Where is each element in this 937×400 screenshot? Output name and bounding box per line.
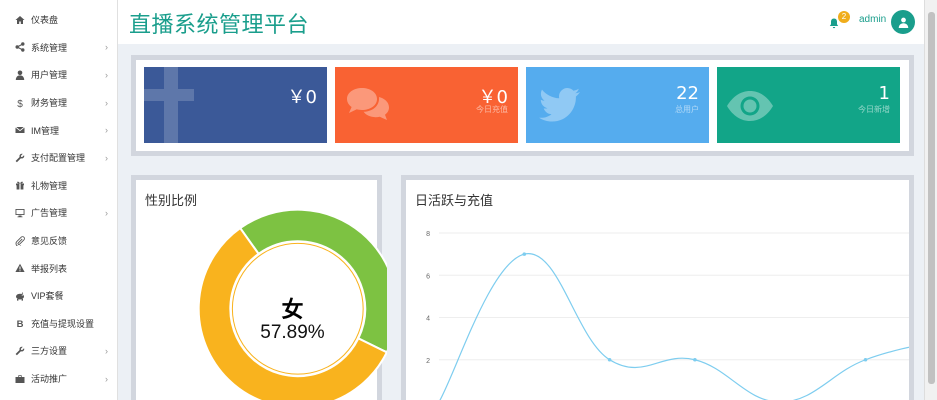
- sidebar-item-label: 礼物管理: [31, 180, 68, 191]
- avatar[interactable]: [891, 10, 915, 34]
- sidebar-item[interactable]: 举报列表: [0, 254, 117, 282]
- user-icon: [898, 17, 908, 28]
- twitter-icon: [539, 88, 580, 122]
- sidebar-item[interactable]: 系统管理 ›: [0, 34, 117, 62]
- user-icon: [14, 69, 25, 80]
- data-point[interactable]: [863, 357, 868, 362]
- gender-donut-chart: [197, 208, 387, 400]
- stat-value: 22: [676, 83, 699, 104]
- sidebar-item-label: 活动推广: [31, 374, 68, 385]
- sidebar-item-label: IM管理: [31, 125, 59, 136]
- stat-label: 今日充值: [476, 105, 508, 114]
- gift-icon: [14, 180, 25, 191]
- gender-ratio-panel: 性别比例 女 57.89%: [131, 175, 387, 400]
- share-icon: [14, 42, 25, 53]
- data-point[interactable]: [607, 357, 612, 362]
- y-tick-label: 6: [426, 273, 430, 280]
- stat-card-today-recharge[interactable]: ￥0 今日充值: [335, 67, 518, 143]
- chevron-right-icon: ›: [105, 207, 108, 218]
- paperclip-icon: [14, 235, 25, 246]
- sidebar-item[interactable]: 仪表盘: [0, 6, 117, 34]
- facebook-icon: [144, 67, 194, 143]
- scrollbar-thumb[interactable]: [928, 12, 935, 384]
- chevron-right-icon: ›: [105, 345, 108, 356]
- sidebar-item-label: 意见反馈: [31, 236, 68, 247]
- page-scrollbar[interactable]: [924, 0, 937, 400]
- data-point[interactable]: [693, 357, 697, 362]
- stat-card-revenue[interactable]: ￥0: [144, 67, 327, 143]
- chevron-right-icon: ›: [105, 69, 108, 80]
- sidebar-item[interactable]: 支付配置管理 ›: [0, 144, 117, 172]
- wrench-icon: [14, 152, 25, 163]
- stats-panel: ￥0 ￥0 今日充值 22 总用户 1 今日新增: [131, 55, 914, 156]
- sidebar-item-label: 仪表盘: [31, 15, 59, 26]
- y-tick-label: 4: [426, 316, 430, 323]
- chevron-right-icon: ›: [105, 125, 108, 136]
- chevron-right-icon: ›: [105, 42, 108, 53]
- svg-text:B: B: [16, 319, 23, 328]
- sidebar-item-label: 三方设置: [31, 346, 68, 357]
- daily-active-line-chart: 02468: [426, 231, 909, 400]
- sidebar-item-label: 财务管理: [31, 98, 68, 109]
- dollar-icon: $: [14, 97, 25, 108]
- sidebar-item[interactable]: $ 财务管理 ›: [0, 89, 117, 117]
- eye-icon: [727, 91, 773, 121]
- chevron-right-icon: ›: [105, 97, 108, 108]
- stat-label: 今日新增: [858, 105, 890, 114]
- chevron-right-icon: ›: [105, 152, 108, 163]
- stat-value: 1: [878, 83, 890, 104]
- bitcoin-icon: B: [14, 318, 25, 329]
- sidebar-item[interactable]: B 充值与提现设置: [0, 310, 117, 338]
- briefcase-icon: [14, 373, 25, 384]
- sidebar-item[interactable]: 活动推广 ›: [0, 365, 117, 393]
- comments-icon: [347, 88, 389, 120]
- svg-text:$: $: [17, 98, 23, 107]
- stat-value: ￥0: [287, 87, 317, 108]
- sidebar-item[interactable]: 三方设置 ›: [0, 337, 117, 365]
- donut-center-name: 女: [281, 297, 304, 322]
- y-tick-label: 8: [426, 231, 430, 238]
- stat-card-total-users[interactable]: 22 总用户: [526, 67, 709, 143]
- piggy-bank-icon: [14, 290, 25, 301]
- notification-badge: 2: [838, 11, 850, 23]
- sidebar-item[interactable]: IM管理 ›: [0, 116, 117, 144]
- sidebar-item[interactable]: 用户管理 ›: [0, 61, 117, 89]
- envelope-icon: [14, 125, 25, 136]
- sidebar-item-label: 充值与提现设置: [31, 318, 95, 329]
- top-header: 直播系统管理平台 2 admin: [118, 0, 924, 44]
- sidebar-item-label: 支付配置管理: [31, 153, 86, 164]
- donut-center-percent: 57.89%: [260, 322, 325, 343]
- sidebar-item-label: VIP套餐: [31, 291, 64, 302]
- sidebar: 仪表盘系统管理 › 用户管理 › $ 财务管理 › IM管理 › 支付配置管理 › 礼物管理广告管理 ›…: [0, 0, 118, 400]
- stat-card-today-new[interactable]: 1 今日新增: [717, 67, 900, 143]
- wrench-icon: [14, 345, 25, 356]
- data-point[interactable]: [522, 252, 527, 256]
- daily-active-panel: 日活跃与充值 02468: [401, 175, 914, 400]
- monitor-icon: [14, 207, 25, 218]
- user-name[interactable]: admin: [859, 14, 886, 25]
- chevron-right-icon: ›: [105, 373, 108, 384]
- sidebar-item[interactable]: VIP套餐: [0, 282, 117, 310]
- sidebar-item-label: 举报列表: [31, 263, 68, 274]
- y-tick-label: 2: [426, 358, 430, 365]
- sidebar-item-label: 系统管理: [31, 42, 68, 53]
- stat-label: 总用户: [675, 105, 699, 114]
- home-icon: [14, 14, 25, 25]
- warning-icon: [14, 263, 25, 274]
- sidebar-item-label: 用户管理: [31, 70, 68, 81]
- sidebar-item-label: 广告管理: [31, 208, 68, 219]
- page-title: 直播系统管理平台: [129, 13, 310, 38]
- sidebar-item[interactable]: 礼物管理: [0, 172, 117, 200]
- sidebar-item[interactable]: 广告管理 ›: [0, 199, 117, 227]
- sidebar-item[interactable]: 意见反馈: [0, 227, 117, 255]
